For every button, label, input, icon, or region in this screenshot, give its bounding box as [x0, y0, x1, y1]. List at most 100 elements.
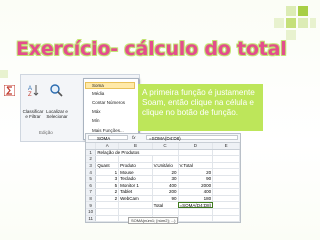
- cell[interactable]: V.Total: [178, 162, 214, 170]
- cell[interactable]: Total: [152, 201, 179, 209]
- name-box[interactable]: SOMA: [88, 135, 128, 141]
- cell[interactable]: [178, 208, 214, 216]
- cell[interactable]: [95, 215, 120, 222]
- dropdown-item-soma[interactable]: Soma: [85, 82, 135, 89]
- row-header[interactable]: 3: [86, 162, 97, 170]
- row-header[interactable]: 12: [86, 221, 97, 222]
- sort-filter-icon[interactable]: A Z: [27, 83, 41, 97]
- cell[interactable]: 400: [178, 188, 214, 196]
- cell[interactable]: [212, 215, 240, 222]
- row-header[interactable]: 7: [86, 188, 97, 196]
- formula-bar: SOMA fx =SOMA(D4:D8): [86, 134, 240, 143]
- row-header[interactable]: 11: [86, 215, 97, 222]
- dropdown-item-min[interactable]: Mín: [92, 118, 100, 123]
- cell[interactable]: [212, 149, 240, 157]
- row-header[interactable]: 5: [86, 175, 97, 183]
- formula-input[interactable]: =SOMA(D4:D8): [146, 135, 238, 141]
- cell[interactable]: [152, 155, 179, 163]
- cell[interactable]: [95, 221, 120, 222]
- row-header[interactable]: 4: [86, 168, 97, 176]
- row-header[interactable]: 10: [86, 208, 97, 216]
- cell[interactable]: 1: [95, 168, 120, 176]
- cell[interactable]: 90: [152, 195, 179, 203]
- cell[interactable]: 2000: [178, 182, 214, 190]
- cell[interactable]: [152, 208, 179, 216]
- table-row: 9 Total =SOMA(D4:D8): [86, 201, 240, 209]
- cell[interactable]: [212, 201, 240, 209]
- table-row: 1 Relação de Produtos: [86, 149, 240, 157]
- cell-grid: A B C D E 1 Relação de Produtos 2 3 Quan…: [86, 143, 240, 222]
- table-row: 3 Quant Produto V.Unitário V.Total: [86, 162, 240, 170]
- cell[interactable]: [212, 168, 240, 176]
- cell[interactable]: [212, 195, 240, 203]
- cell[interactable]: Tablet: [118, 188, 153, 196]
- cell[interactable]: [212, 155, 240, 163]
- cell[interactable]: 30: [152, 175, 179, 183]
- cell[interactable]: [212, 162, 240, 170]
- row-header[interactable]: 9: [86, 201, 97, 209]
- cell[interactable]: [212, 182, 240, 190]
- cell[interactable]: Monitor 1: [118, 182, 153, 190]
- cell[interactable]: 20: [178, 168, 214, 176]
- svg-text:Z: Z: [28, 92, 32, 97]
- cell[interactable]: [178, 149, 214, 157]
- cell[interactable]: [178, 215, 214, 222]
- cell[interactable]: [95, 201, 120, 209]
- row-header[interactable]: 6: [86, 182, 97, 190]
- group-label: Edição: [39, 130, 53, 135]
- dropdown-item-media[interactable]: Média: [92, 91, 104, 96]
- cell[interactable]: 90: [178, 175, 214, 183]
- decorative-squares-left: [0, 70, 8, 78]
- callout-text: A primeira função é justamente Soam, ent…: [142, 88, 255, 117]
- cell[interactable]: [212, 188, 240, 196]
- cell[interactable]: Teclado: [118, 175, 153, 183]
- fx-icon[interactable]: fx: [132, 135, 136, 141]
- cell[interactable]: WebCam: [118, 195, 153, 203]
- cell[interactable]: Relação de Produtos: [95, 149, 179, 157]
- table-row: 10: [86, 208, 240, 216]
- dropdown-item-max[interactable]: Máx: [92, 109, 101, 114]
- cell[interactable]: [118, 208, 153, 216]
- table-row: 7 2 Tablet 200 400: [86, 188, 240, 196]
- cell[interactable]: 3: [95, 175, 120, 183]
- active-cell[interactable]: =SOMA(D4:D8): [178, 201, 214, 209]
- autosum-dropdown: Soma Média Contar Números Máx Mín Mais F…: [83, 78, 139, 140]
- cell[interactable]: [212, 208, 240, 216]
- cell[interactable]: 400: [152, 182, 179, 190]
- spreadsheet: SOMA fx =SOMA(D4:D8) A B C D E 1 Relação…: [85, 133, 241, 223]
- sigma-icon[interactable]: [4, 85, 15, 96]
- cell[interactable]: 2: [95, 188, 120, 196]
- function-tooltip: SOMA(núm1; [núm2]; ...): [128, 217, 179, 224]
- cell[interactable]: [212, 221, 240, 222]
- table-row: 2: [86, 155, 240, 163]
- cell[interactable]: [178, 221, 214, 222]
- find-select-icon[interactable]: [49, 83, 63, 97]
- cell[interactable]: [118, 155, 153, 163]
- sort-filter-label[interactable]: Classificar e Filtrar: [21, 109, 45, 119]
- cell[interactable]: Produto: [118, 162, 153, 170]
- row-header[interactable]: 8: [86, 195, 97, 203]
- cell[interactable]: [212, 175, 240, 183]
- cell[interactable]: [95, 155, 120, 163]
- cell[interactable]: V.Unitário: [152, 162, 179, 170]
- instruction-callout: A primeira função é justamente Soam, ent…: [138, 84, 263, 131]
- cell[interactable]: 2: [95, 195, 120, 203]
- row-header[interactable]: 2: [86, 155, 97, 163]
- cell[interactable]: 20: [152, 168, 179, 176]
- table-row: 6 5 Monitor 1 400 2000: [86, 182, 240, 190]
- cell[interactable]: Mouse: [118, 168, 153, 176]
- cell[interactable]: 180: [178, 195, 214, 203]
- table-row: 8 2 WebCam 90 180: [86, 195, 240, 203]
- cell[interactable]: [118, 201, 153, 209]
- dropdown-item-contar[interactable]: Contar Números: [92, 100, 125, 105]
- cell[interactable]: 5: [95, 182, 120, 190]
- table-row: 4 1 Mouse 20 20: [86, 168, 240, 176]
- cell[interactable]: 200: [152, 188, 179, 196]
- cell[interactable]: [95, 208, 120, 216]
- row-header[interactable]: 1: [86, 149, 97, 157]
- find-select-label[interactable]: Localizar e Selecionar: [45, 109, 69, 119]
- table-row: 5 3 Teclado 30 90: [86, 175, 240, 183]
- cell[interactable]: [178, 155, 214, 163]
- slide-title: Exercício- cálculo do total: [16, 38, 287, 60]
- cell[interactable]: Quant: [95, 162, 120, 170]
